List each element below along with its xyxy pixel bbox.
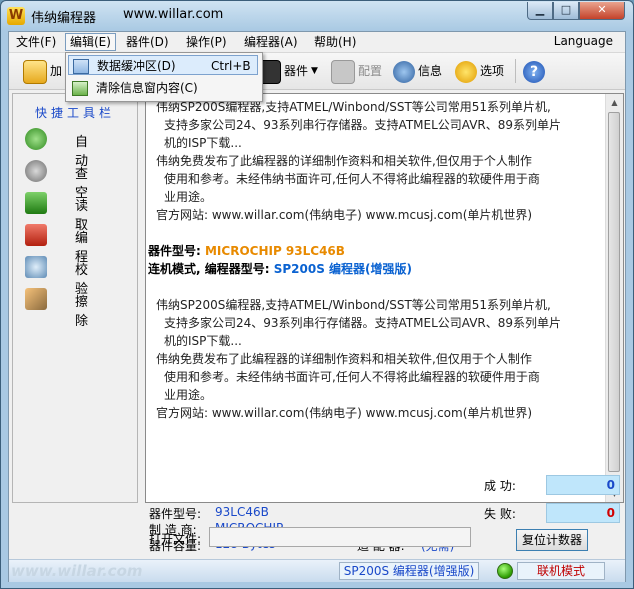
options-button[interactable]: 选项 xyxy=(455,57,504,85)
load-button[interactable]: 加 xyxy=(23,57,62,85)
reset-counter-button[interactable]: 复位计数器 xyxy=(516,529,588,551)
buffer-icon xyxy=(73,59,89,74)
info-text: 伟纳SP200S编程器,支持ATMEL/Winbond/SST等公司常用51系列… xyxy=(146,98,606,422)
info-button[interactable]: 信息 xyxy=(393,57,442,85)
verify-magnifier-icon xyxy=(25,256,47,278)
config-icon xyxy=(331,59,355,84)
read-icon xyxy=(25,192,47,214)
help-icon: ? xyxy=(523,60,545,83)
config-button[interactable]: 配置 xyxy=(331,57,382,85)
success-count: 0 xyxy=(546,475,620,495)
info-window[interactable]: 伟纳SP200S编程器,支持ATMEL/Winbond/SST等公司常用51系列… xyxy=(145,93,624,503)
menu-help[interactable]: 帮助(H) xyxy=(310,34,360,50)
auto-icon xyxy=(25,128,47,150)
main-window: W 伟纳编程器 www.willar.com ▁ □ ✕ 文件(F) 编辑(E)… xyxy=(0,0,634,589)
menu-operate[interactable]: 操作(P) xyxy=(182,34,231,50)
info-icon xyxy=(393,60,415,83)
menu-programmer[interactable]: 编程器(A) xyxy=(240,34,302,50)
erase-icon xyxy=(25,288,47,310)
status-bar: www.willar.com SP200S 编程器(增强版) 联机模式 xyxy=(9,559,625,582)
scroll-up-icon[interactable]: ▲ xyxy=(606,94,623,111)
device-dropdown-arrow-icon[interactable]: ▼ xyxy=(311,57,318,85)
menu-device[interactable]: 器件(D) xyxy=(122,34,173,50)
quick-toolbar: 快捷工具栏 自动 查空 读取 编程 校验 擦除 xyxy=(12,93,138,503)
counter-panel: 成 功: 0 失 败: 0 复位计数器 xyxy=(478,469,624,555)
sidebar-item-auto[interactable]: 自动 xyxy=(21,126,131,169)
sidebar-item-verify[interactable]: 校验 xyxy=(21,254,131,297)
gear-icon xyxy=(455,60,477,83)
sidebar-item-erase[interactable]: 擦除 xyxy=(21,286,131,329)
vertical-scrollbar[interactable]: ▲ ▼ xyxy=(605,94,623,502)
clear-icon xyxy=(72,81,88,96)
menu-item-data-buffer[interactable]: 数据缓冲区(D) Ctrl+B xyxy=(68,55,258,75)
close-button[interactable]: ✕ xyxy=(579,2,625,20)
status-programmer: SP200S 编程器(增强版) xyxy=(339,562,479,580)
menu-edit[interactable]: 编辑(E) xyxy=(65,33,116,51)
folder-icon xyxy=(23,59,47,84)
open-file-row: 打开文件: xyxy=(145,527,475,553)
title-bar[interactable]: W 伟纳编程器 www.willar.com ▁ □ ✕ xyxy=(1,1,633,31)
model-value: 93LC46B xyxy=(215,505,269,519)
mode-line: 连机模式, 编程器型号: SP200S 编程器(增强版) xyxy=(148,262,412,276)
status-mode: 联机模式 xyxy=(517,562,605,580)
help-button[interactable]: ? xyxy=(523,57,548,85)
quick-toolbar-title: 快捷工具栏 xyxy=(34,106,115,120)
edit-menu-dropdown: 数据缓冲区(D) Ctrl+B 清除信息窗内容(C) xyxy=(65,52,263,102)
blank-check-icon xyxy=(25,160,47,182)
connection-led-icon xyxy=(497,563,513,579)
toolbar-separator xyxy=(515,59,516,83)
device-line: 器件型号: MICROCHIP 93LC46B xyxy=(148,244,345,258)
window-title: 伟纳编程器 xyxy=(31,11,97,26)
maximize-button[interactable]: □ xyxy=(553,2,579,20)
menu-item-clear-info[interactable]: 清除信息窗内容(C) xyxy=(68,78,258,98)
fail-count: 0 xyxy=(546,503,620,523)
menu-bar: 文件(F) 编辑(E) 器件(D) 操作(P) 编程器(A) 帮助(H) Lan… xyxy=(9,32,625,53)
program-icon xyxy=(25,224,47,246)
language-menu[interactable]: Language xyxy=(554,34,613,48)
app-icon: W xyxy=(7,7,25,25)
status-url: www.willar.com xyxy=(11,562,143,580)
menu-file[interactable]: 文件(F) xyxy=(12,34,60,50)
sidebar-item-blank-check[interactable]: 查空 xyxy=(21,158,131,201)
window-url: www.willar.com xyxy=(123,7,224,22)
sidebar-item-program[interactable]: 编程 xyxy=(21,222,131,265)
scroll-thumb[interactable] xyxy=(608,112,620,472)
sidebar-item-read[interactable]: 读取 xyxy=(21,190,131,233)
minimize-button[interactable]: ▁ xyxy=(527,2,553,20)
open-file-field[interactable] xyxy=(209,527,471,547)
client-area: 文件(F) 编辑(E) 器件(D) 操作(P) 编程器(A) 帮助(H) Lan… xyxy=(8,31,626,582)
device-button[interactable]: 器件 xyxy=(257,57,308,85)
